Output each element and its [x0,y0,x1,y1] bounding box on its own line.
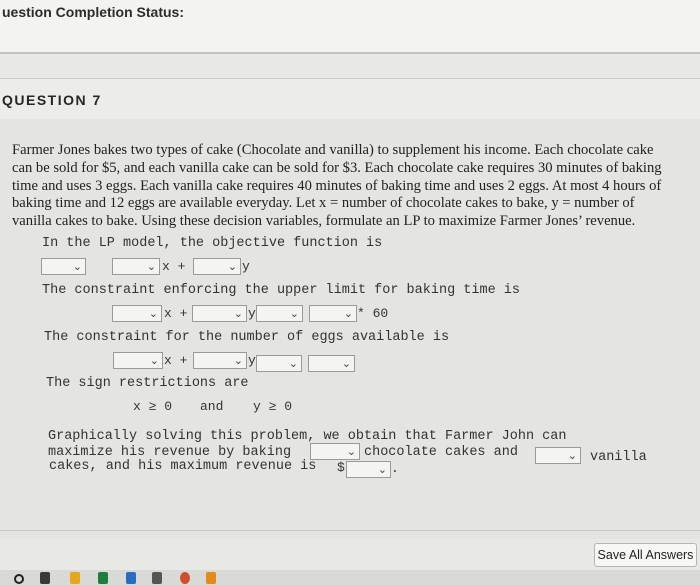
baking-relation-select[interactable]: ⌄ [256,305,303,322]
eggs-x-term: x + [164,353,188,368]
task-view-icon[interactable] [40,572,50,584]
start-icon[interactable] [14,574,24,584]
edge-icon[interactable] [126,572,136,584]
objective-y-term: y [242,259,250,274]
chevron-down-icon: ⌄ [377,463,387,476]
problem-statement: Farmer Jones bakes two types of cake (Ch… [12,142,690,231]
chevron-down-icon: ⌄ [148,307,158,320]
baking-y-term: y [248,306,256,321]
max-revenue-select[interactable]: ⌄ [346,461,391,478]
chevron-down-icon: ⌄ [233,307,243,320]
app-icon[interactable] [98,572,108,584]
sign-restrictions-prompt: The sign restrictions are [46,376,249,391]
chevron-down-icon: ⌄ [288,357,298,370]
objective-x-term: x + [162,259,186,274]
problem-line: vanilla cakes to bake. Using these decis… [12,213,636,230]
graphical-line-1: Graphically solving this problem, we obt… [48,429,567,444]
chevron-down-icon: ⌄ [227,260,237,273]
graphical-line-2b: chocolate cakes and [364,445,518,460]
problem-line: baking time and 12 eggs are available ev… [12,195,635,212]
chevron-down-icon: ⌄ [72,260,82,273]
chocolate-cakes-select[interactable]: ⌄ [310,443,360,460]
eggs-y-coef-select[interactable]: ⌄ [193,352,247,369]
question-header: QUESTION 7 [0,78,700,120]
file-explorer-icon[interactable] [70,572,80,584]
save-all-answers-button[interactable]: Save All Answers [594,543,697,567]
app-icon[interactable] [152,572,162,584]
footer-divider [0,530,700,531]
dollar-sign: $ [337,460,345,475]
objective-prompt: In the LP model, the objective function … [42,236,383,251]
and-label: and [200,399,224,414]
baking-constraint-prompt: The constraint enforcing the upper limit… [42,283,520,298]
eggs-y-term: y [248,353,256,368]
chrome-icon[interactable] [180,572,190,584]
objective-sense-select[interactable]: ⌄ [41,258,86,275]
objective-x-coef-select[interactable]: ⌄ [112,258,160,275]
chevron-down-icon: ⌄ [346,445,356,458]
chevron-down-icon: ⌄ [289,307,299,320]
objective-y-coef-select[interactable]: ⌄ [193,258,241,275]
graphical-line-2a: maximize his revenue by baking [48,445,292,460]
question-title: QUESTION 7 [2,92,102,108]
baking-rhs-select[interactable]: ⌄ [309,305,357,322]
chevron-down-icon: ⌄ [341,357,351,370]
eggs-rhs-select[interactable]: ⌄ [308,355,355,372]
chevron-down-icon: ⌄ [146,260,156,273]
app-icon[interactable] [206,572,216,584]
y-nonnegativity: y ≥ 0 [253,399,293,414]
chevron-down-icon: ⌄ [343,307,353,320]
period: . [391,461,399,476]
baking-multiplier: * 60 [357,306,389,321]
vanilla-cakes-select[interactable]: ⌄ [535,447,581,464]
graphical-line-3a: cakes, and his maximum revenue is [49,459,317,474]
top-bar: uestion Completion Status: [0,0,700,54]
baking-x-term: x + [164,306,188,321]
problem-line: can be sold for $5, and each vanilla cak… [12,159,662,176]
eggs-x-coef-select[interactable]: ⌄ [113,352,163,369]
eggs-relation-select[interactable]: ⌄ [256,355,302,372]
completion-status-label: uestion Completion Status: [2,4,184,20]
graphical-line-2c: vanilla [590,450,647,465]
eggs-constraint-prompt: The constraint for the number of eggs av… [44,330,450,345]
chevron-down-icon: ⌄ [567,449,577,462]
chevron-down-icon: ⌄ [149,354,159,367]
problem-line: Farmer Jones bakes two types of cake (Ch… [12,142,654,158]
x-nonnegativity: x ≥ 0 [133,399,173,414]
problem-line: time and uses 3 eggs. Each vanilla cake … [12,177,662,194]
chevron-down-icon: ⌄ [233,354,243,367]
baking-x-coef-select[interactable]: ⌄ [112,305,162,322]
baking-y-coef-select[interactable]: ⌄ [192,305,247,322]
